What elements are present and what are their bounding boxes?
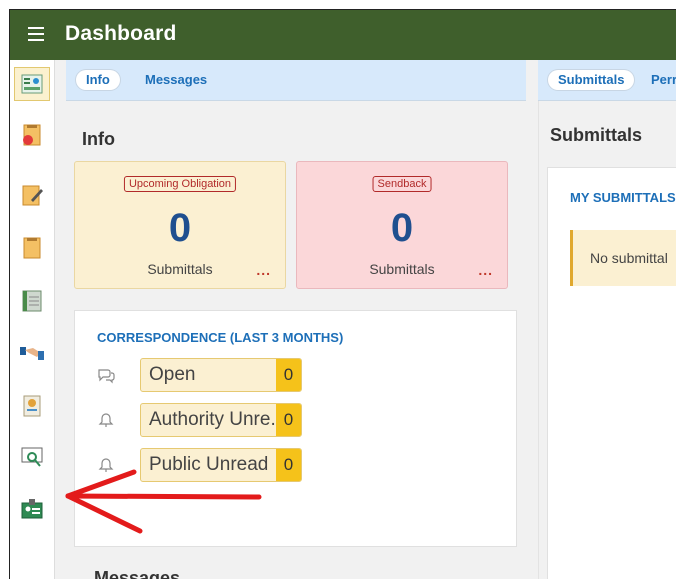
sidebar-item-edit[interactable] bbox=[18, 182, 46, 208]
sidebar-item-documents[interactable] bbox=[18, 122, 46, 148]
obligation-count: 0 bbox=[168, 206, 192, 250]
id-card-icon bbox=[21, 499, 43, 519]
inspection-icon bbox=[21, 447, 43, 467]
sidebar-item-permits[interactable] bbox=[18, 496, 46, 522]
sendback-card[interactable]: Sendback 0 Submittals ... bbox=[296, 161, 508, 289]
authority-unread-pill[interactable]: Authority Unre... 0 bbox=[140, 403, 302, 437]
hamburger-menu-icon[interactable] bbox=[28, 27, 44, 41]
status-badge: Upcoming Obligation bbox=[123, 176, 237, 192]
more-options-icon[interactable]: ... bbox=[256, 263, 271, 277]
tab-submittals[interactable]: Submittals bbox=[548, 70, 635, 90]
more-options-icon[interactable]: ... bbox=[478, 263, 493, 277]
row-count: 0 bbox=[276, 449, 301, 481]
edit-document-icon bbox=[22, 185, 43, 206]
correspondence-title: CORRESPONDENCE (LAST 3 MONTHS) bbox=[97, 330, 344, 345]
app-window: Dashboard Info Messages Submittals Perr … bbox=[9, 9, 676, 579]
row-count: 0 bbox=[276, 359, 301, 391]
sidebar-item-ledger[interactable] bbox=[18, 288, 46, 314]
upcoming-obligation-card[interactable]: Upcoming Obligation 0 Submittals ... bbox=[74, 161, 286, 289]
bell-icon bbox=[98, 413, 114, 427]
row-count: 0 bbox=[276, 404, 301, 436]
sendback-count: 0 bbox=[390, 206, 414, 250]
ledger-icon bbox=[22, 290, 42, 312]
document-icon bbox=[23, 124, 41, 146]
bell-icon bbox=[98, 458, 114, 472]
certificate-icon bbox=[23, 395, 41, 417]
row-label: Open bbox=[149, 364, 196, 385]
tab-permits[interactable]: Perr bbox=[647, 70, 676, 90]
tab-messages[interactable]: Messages bbox=[135, 70, 217, 90]
submittals-panel: Submittals MY SUBMITTALS No submittal bbox=[538, 101, 676, 579]
info-tab-bar: Info Messages bbox=[66, 60, 526, 101]
my-submittals-card: MY SUBMITTALS No submittal bbox=[547, 167, 676, 579]
status-badge: Sendback bbox=[372, 176, 432, 192]
sidebar-item-inspection[interactable] bbox=[18, 444, 46, 470]
sidebar-rail bbox=[10, 60, 55, 579]
info-panel: Info Upcoming Obligation 0 Submittals ..… bbox=[66, 101, 526, 579]
handshake-icon bbox=[20, 347, 44, 360]
sidebar-item-agreements[interactable] bbox=[18, 340, 46, 366]
sidebar-item-certificates[interactable] bbox=[18, 393, 46, 419]
card-label: Submittals bbox=[369, 261, 435, 277]
submittals-tab-bar: Submittals Perr bbox=[538, 60, 676, 101]
tab-info[interactable]: Info bbox=[76, 70, 120, 90]
open-count-pill[interactable]: Open 0 bbox=[140, 358, 302, 392]
correspondence-card: CORRESPONDENCE (LAST 3 MONTHS) Open 0 Au… bbox=[74, 310, 517, 547]
submittals-heading: Submittals bbox=[550, 125, 643, 145]
row-label: Public Unread bbox=[149, 454, 269, 475]
sidebar-item-notes[interactable] bbox=[18, 235, 46, 261]
page-title: Dashboard bbox=[65, 22, 177, 45]
dashboard-icon bbox=[21, 74, 43, 94]
top-bar: Dashboard bbox=[10, 10, 676, 60]
public-unread-pill[interactable]: Public Unread 0 bbox=[140, 448, 302, 482]
my-submittals-title: MY SUBMITTALS bbox=[570, 190, 676, 205]
card-label: Submittals bbox=[147, 261, 213, 277]
sidebar-item-dashboard[interactable] bbox=[14, 67, 50, 101]
messages-heading: Messages bbox=[94, 568, 181, 579]
document-icon bbox=[23, 237, 41, 259]
info-heading: Info bbox=[82, 129, 115, 149]
chat-icon bbox=[98, 369, 115, 384]
row-label: Authority Unre... bbox=[149, 409, 287, 430]
empty-submittals-notice: No submittal bbox=[570, 230, 676, 286]
